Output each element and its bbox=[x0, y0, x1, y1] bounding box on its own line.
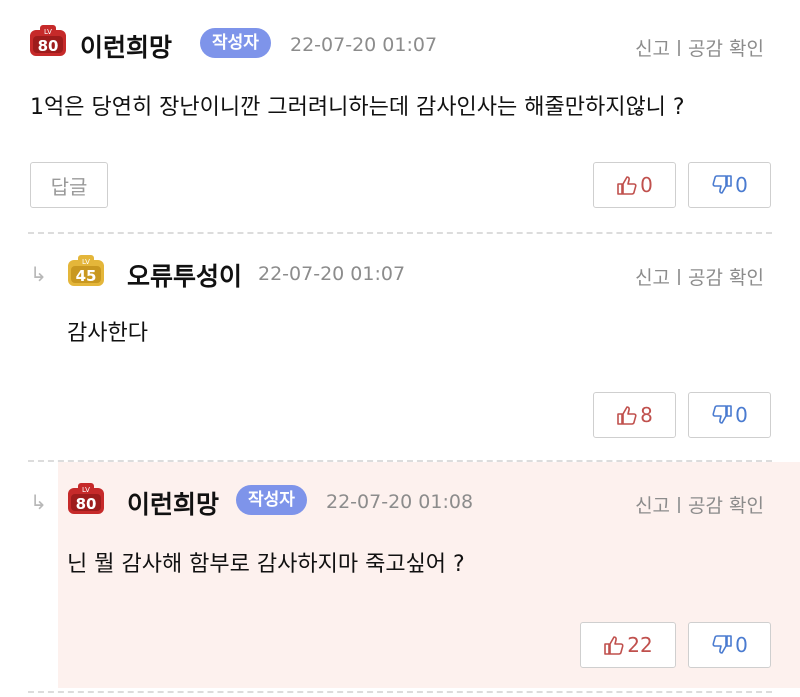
dislike-count: 0 bbox=[735, 173, 748, 197]
like-count: 8 bbox=[640, 403, 653, 427]
like-count: 0 bbox=[640, 173, 653, 197]
action-separator bbox=[678, 269, 681, 285]
reply-arrow-icon: ↳ bbox=[30, 490, 47, 514]
thumbs-down-icon bbox=[711, 405, 733, 425]
empathy-check-link[interactable]: 공감 확인 bbox=[688, 495, 764, 517]
like-count: 22 bbox=[627, 633, 653, 657]
comment-item: LV 80 이런희망 작성자 22-07-20 01:07 신고 공감 확인 1억… bbox=[0, 0, 800, 232]
comment-actions: 신고 공감 확인 bbox=[635, 34, 764, 61]
thumbs-down-icon bbox=[711, 175, 733, 195]
action-separator bbox=[678, 40, 681, 56]
level-number: 80 bbox=[76, 495, 97, 513]
thumbs-down-icon bbox=[711, 635, 733, 655]
reply-arrow-icon: ↳ bbox=[30, 262, 47, 286]
level-badge-icon: LV 80 bbox=[66, 482, 106, 518]
dislike-button[interactable]: 0 bbox=[688, 622, 771, 668]
nickname[interactable]: 오류투성이 bbox=[127, 257, 242, 293]
empathy-check-link[interactable]: 공감 확인 bbox=[688, 267, 764, 289]
comment-timestamp: 22-07-20 01:07 bbox=[258, 263, 406, 285]
level-label: LV bbox=[82, 486, 90, 494]
author-tag: 작성자 bbox=[236, 485, 307, 515]
level-label: LV bbox=[44, 28, 52, 36]
nickname[interactable]: 이런희망 bbox=[80, 28, 172, 64]
comment-timestamp: 22-07-20 01:08 bbox=[326, 491, 474, 513]
comment-divider bbox=[28, 691, 772, 693]
like-button[interactable]: 22 bbox=[580, 622, 676, 668]
like-button[interactable]: 8 bbox=[593, 392, 676, 438]
thumbs-up-icon bbox=[616, 175, 638, 195]
empathy-check-link[interactable]: 공감 확인 bbox=[688, 38, 764, 60]
report-link[interactable]: 신고 bbox=[635, 38, 670, 60]
comment-actions: 신고 공감 확인 bbox=[635, 263, 764, 290]
dislike-button[interactable]: 0 bbox=[688, 392, 771, 438]
comment-text: 감사한다 bbox=[67, 321, 148, 346]
like-button[interactable]: 0 bbox=[593, 162, 676, 208]
reply-item: ↳ LV 45 오류투성이 22-07-20 01:07 신고 공감 확인 감사한… bbox=[0, 232, 800, 460]
report-link[interactable]: 신고 bbox=[635, 267, 670, 289]
action-separator bbox=[678, 497, 681, 513]
dislike-count: 0 bbox=[735, 403, 748, 427]
reply-button[interactable]: 답글 bbox=[30, 162, 108, 208]
author-tag: 작성자 bbox=[200, 28, 271, 58]
dislike-count: 0 bbox=[735, 633, 748, 657]
level-number: 45 bbox=[76, 267, 97, 285]
level-label: LV bbox=[82, 258, 90, 266]
reply-item: ↳ LV 80 이런희망 작성자 22-07-20 01:08 신고 공감 확인 … bbox=[0, 460, 800, 697]
comment-timestamp: 22-07-20 01:07 bbox=[290, 34, 438, 56]
thumbs-up-icon bbox=[616, 405, 638, 425]
dislike-button[interactable]: 0 bbox=[688, 162, 771, 208]
nickname[interactable]: 이런희망 bbox=[127, 485, 219, 521]
thumbs-up-icon bbox=[603, 635, 625, 655]
report-link[interactable]: 신고 bbox=[635, 495, 670, 517]
comment-text: 1억은 당연히 장난이니깐 그러려니하는데 감사인사는 해줄만하지않니 ? bbox=[30, 95, 685, 120]
comment-actions: 신고 공감 확인 bbox=[635, 491, 764, 518]
level-badge-icon: LV 80 bbox=[28, 24, 68, 60]
level-number: 80 bbox=[38, 37, 59, 55]
level-badge-icon: LV 45 bbox=[66, 254, 106, 290]
comment-text: 닌 뭘 감사해 함부로 감사하지마 죽고싶어 ? bbox=[67, 552, 465, 577]
